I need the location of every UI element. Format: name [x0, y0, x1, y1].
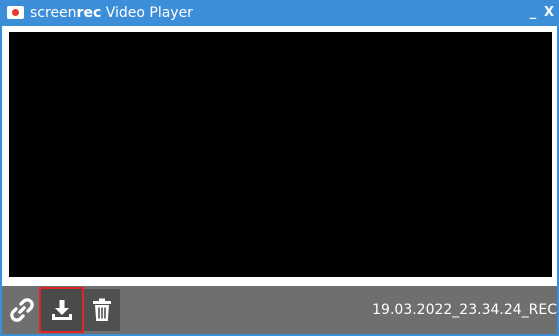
title-brand: rec	[76, 5, 102, 21]
player-toolbar: 19.03.2022_23.34.24_REC	[2, 286, 557, 334]
copy-link-button[interactable]	[4, 289, 40, 331]
video-display[interactable]	[9, 32, 552, 277]
title-bar[interactable]: screenrec Video Player _ X	[0, 0, 559, 26]
trash-icon	[93, 298, 111, 321]
screenrec-logo-icon	[7, 6, 24, 19]
download-icon	[51, 300, 72, 320]
close-button[interactable]: X	[540, 2, 558, 24]
title-suffix: Video Player	[101, 5, 193, 21]
delete-button[interactable]	[84, 289, 120, 331]
recording-filename: 19.03.2022_23.34.24_REC	[372, 302, 557, 318]
title-prefix: screen	[30, 5, 77, 21]
window-title: screenrec Video Player	[30, 3, 193, 23]
video-player-window: screenrec Video Player _ X 19.03.2022_23…	[0, 0, 559, 336]
download-button[interactable]	[39, 287, 84, 333]
link-icon	[10, 298, 34, 322]
